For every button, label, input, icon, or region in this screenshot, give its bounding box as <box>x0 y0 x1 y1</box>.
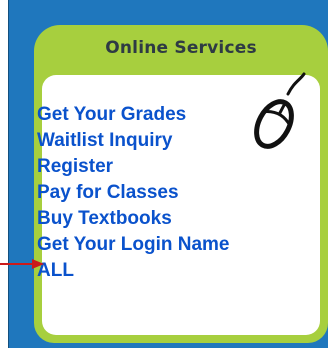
list-item: Get Your Grades <box>37 102 230 128</box>
list-item: ALL <box>37 258 230 284</box>
list-item: Register <box>37 154 230 180</box>
computer-mouse-icon <box>254 72 306 149</box>
card-title: Online Services <box>105 38 257 58</box>
get-your-login-name-link[interactable]: Get Your Login Name <box>37 234 230 255</box>
buy-textbooks-link[interactable]: Buy Textbooks <box>37 208 172 229</box>
list-item: Get Your Login Name <box>37 232 230 258</box>
pay-for-classes-link[interactable]: Pay for Classes <box>37 182 179 203</box>
list-item: Waitlist Inquiry <box>37 128 230 154</box>
waitlist-inquiry-link[interactable]: Waitlist Inquiry <box>37 130 172 151</box>
red-arrow-icon <box>0 259 44 269</box>
list-item: Buy Textbooks <box>37 206 230 232</box>
services-link-list: Get Your Grades Waitlist Inquiry Registe… <box>37 102 230 284</box>
list-item: Pay for Classes <box>37 180 230 206</box>
get-your-grades-link[interactable]: Get Your Grades <box>37 104 186 125</box>
register-link[interactable]: Register <box>37 156 113 177</box>
